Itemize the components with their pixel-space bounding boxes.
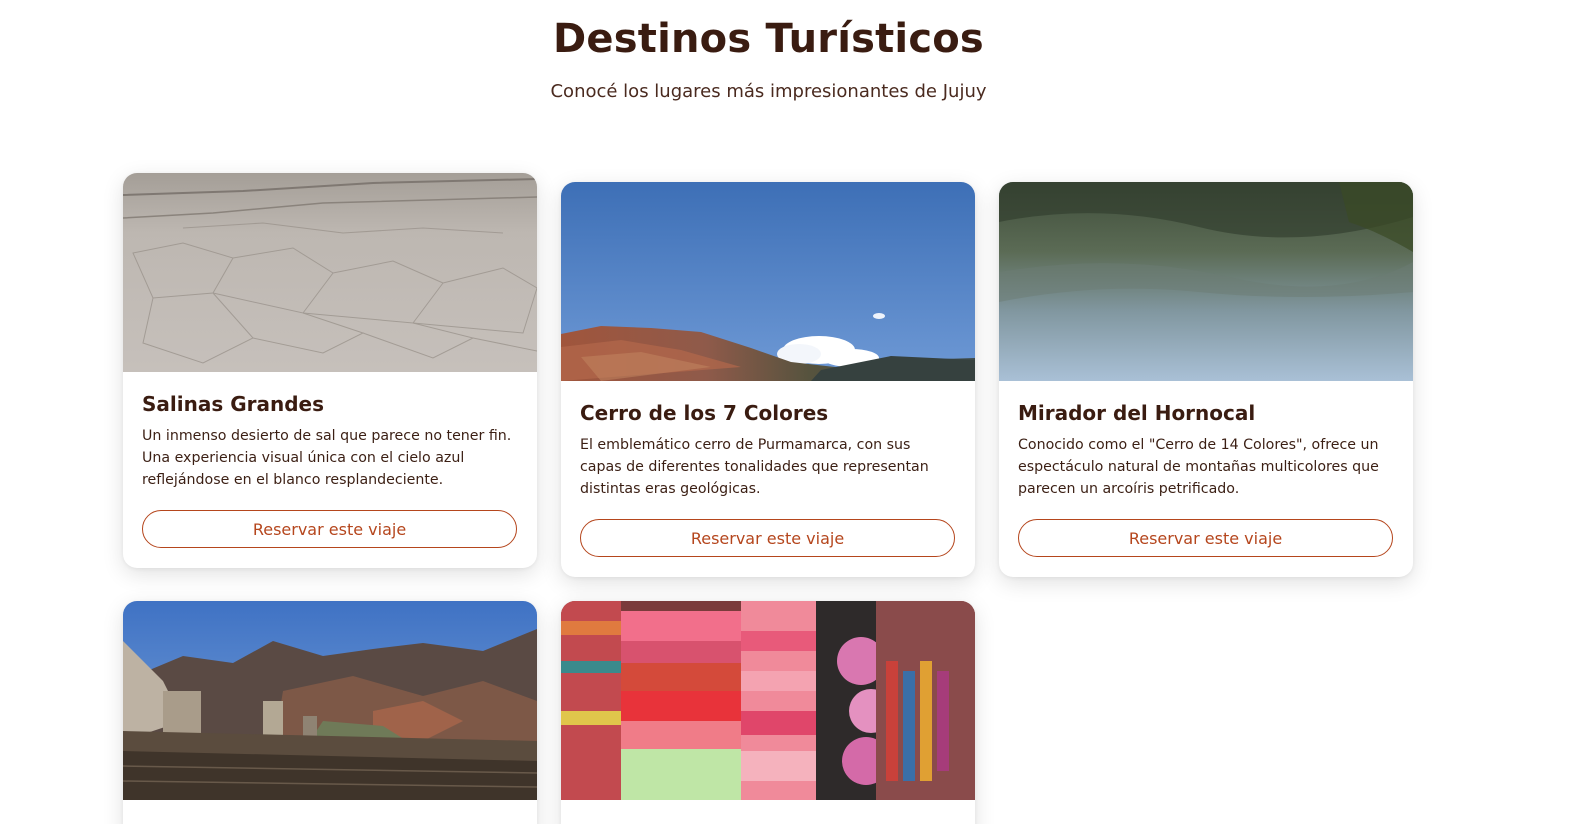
card-body: Salinas Grandes Un inmenso desierto de s…	[123, 372, 537, 568]
card-title: Salinas Grandes	[142, 392, 325, 416]
card-title: Cerro de los 7 Colores	[580, 401, 829, 425]
book-trip-button[interactable]: Reservar este viaje	[142, 510, 517, 548]
card-body: Mirador del Hornocal Conocido como el "C…	[999, 381, 1413, 577]
salt-flat-photo	[123, 173, 537, 372]
section-subtitle: Conocé los lugares más impresionantes de…	[550, 81, 987, 102]
book-trip-button[interactable]: Reservar este viaje	[580, 519, 955, 557]
pucara-ruins-photo	[123, 601, 537, 800]
blurred-landscape-photo	[999, 182, 1413, 381]
card-body: Cerro de los 7 Colores El emblemático ce…	[561, 381, 975, 577]
section-title: Destinos Turísticos	[553, 16, 984, 62]
textile-market-photo	[561, 601, 975, 800]
destination-card-ruins	[123, 601, 537, 824]
destination-card-cerro-7-colores: Cerro de los 7 Colores El emblemático ce…	[561, 182, 975, 577]
destination-card-salinas-grandes: Salinas Grandes Un inmenso desierto de s…	[123, 173, 537, 568]
book-trip-button[interactable]: Reservar este viaje	[1018, 519, 1393, 557]
card-description: El emblemático cerro de Purmamarca, con …	[580, 437, 929, 497]
destinations-page: Destinos Turísticos Conocé los lugares m…	[0, 0, 1575, 824]
destination-card-mirador-hornocal: Mirador del Hornocal Conocido como el "C…	[999, 182, 1413, 577]
colored-mountain-photo	[561, 182, 975, 381]
destination-card-market	[561, 601, 975, 824]
card-title: Mirador del Hornocal	[1018, 401, 1256, 425]
card-description: Un inmenso desierto de sal que parece no…	[142, 428, 512, 488]
card-description: Conocido como el "Cerro de 14 Colores", …	[1018, 437, 1379, 497]
